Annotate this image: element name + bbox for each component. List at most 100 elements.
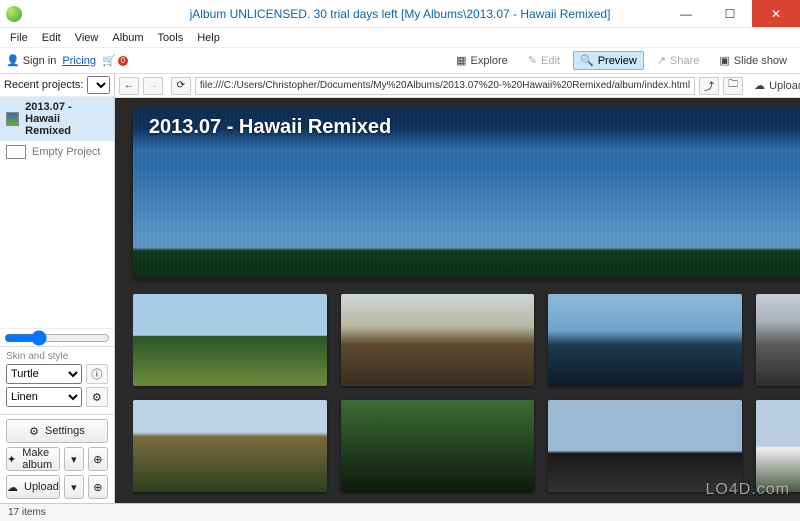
sidebar-actions: ⚙ Settings ✦ Make album ▾ ⊕ ☁ Upload ▾ ⊕ xyxy=(0,414,114,503)
play-icon: ▣ xyxy=(719,54,729,67)
gear-icon: ⚙ xyxy=(29,425,39,438)
sign-in-button[interactable]: 👤 Sign in xyxy=(6,54,56,67)
make-album-button[interactable]: ✦ Make album xyxy=(6,447,60,471)
pencil-icon: ✎ xyxy=(528,54,537,67)
style-select[interactable]: Linen xyxy=(6,387,82,407)
upload-dropdown[interactable]: ▾ xyxy=(64,475,84,499)
chevron-down-icon: ▾ xyxy=(71,481,77,494)
thumbnail[interactable] xyxy=(133,400,327,492)
explore-button[interactable]: ▦ Explore xyxy=(449,51,515,70)
share-label: Share xyxy=(670,55,699,67)
project-list: 2013.07 - Hawaii Remixed Empty Project xyxy=(0,97,114,328)
sidebar: Recent projects: 2013.07 - Hawaii Remixe… xyxy=(0,74,115,503)
recent-projects-row: Recent projects: xyxy=(0,74,114,97)
recent-projects-select[interactable] xyxy=(87,76,109,94)
grid-icon: ▦ xyxy=(456,54,466,67)
pricing-link[interactable]: Pricing xyxy=(62,55,96,67)
recent-projects-label: Recent projects: xyxy=(4,79,83,91)
menu-view[interactable]: View xyxy=(69,30,105,46)
menu-tools[interactable]: Tools xyxy=(152,30,190,46)
thumbnail[interactable] xyxy=(756,400,800,492)
thumbnail[interactable] xyxy=(548,400,742,492)
browser-navbar: ← → ⟳ file:///C:/Users/Christopher/Docum… xyxy=(115,74,800,98)
edit-label: Edit xyxy=(541,55,560,67)
thumbnail[interactable] xyxy=(341,400,535,492)
nav-forward-button[interactable]: → xyxy=(143,77,163,95)
slideshow-button[interactable]: ▣ Slide show xyxy=(712,51,794,70)
status-bar: 17 items xyxy=(0,503,800,521)
skin-info-button[interactable]: ⓘ xyxy=(86,364,108,384)
thumbnail[interactable] xyxy=(756,294,800,386)
share-button[interactable]: ↗ Share xyxy=(650,51,707,70)
nav-upload-button[interactable]: ☁ Upload xyxy=(747,76,800,95)
url-field[interactable]: file:///C:/Users/Christopher/Documents/M… xyxy=(195,77,695,95)
menu-bar: File Edit View Album Tools Help xyxy=(0,28,800,48)
upload-zoom[interactable]: ⊕ xyxy=(88,475,108,499)
menu-file[interactable]: File xyxy=(4,30,34,46)
upload-label: Upload xyxy=(24,481,59,493)
album-hero[interactable]: 2013.07 - Hawaii Remixed xyxy=(133,108,800,278)
edit-button[interactable]: ✎ Edit xyxy=(521,51,567,70)
project-name: 2013.07 - Hawaii Remixed xyxy=(25,101,108,137)
sign-in-label: Sign in xyxy=(23,55,57,67)
preview-button[interactable]: 🔍 Preview xyxy=(573,51,644,70)
thumb-size-slider[interactable] xyxy=(4,330,110,346)
magnifier-icon: 🔍 xyxy=(580,54,594,67)
app-icon xyxy=(6,6,22,22)
external-icon: ⤴ xyxy=(704,78,714,93)
explore-label: Explore xyxy=(471,55,508,67)
open-folder-button[interactable]: 🗀 xyxy=(723,77,743,95)
open-external-button[interactable]: ⤴ xyxy=(699,77,719,95)
album-preview: 2013.07 - Hawaii Remixed xyxy=(115,98,800,503)
cart-button[interactable]: 🛒 0 xyxy=(102,54,128,67)
menu-help[interactable]: Help xyxy=(191,30,226,46)
project-item-empty[interactable]: Empty Project xyxy=(0,141,114,163)
nav-reload-button[interactable]: ⟳ xyxy=(171,77,191,95)
project-thumb-icon xyxy=(6,145,26,159)
arrow-left-icon: ← xyxy=(124,80,134,91)
minimize-button[interactable]: — xyxy=(664,0,708,27)
main-panel: ← → ⟳ file:///C:/Users/Christopher/Docum… xyxy=(115,74,800,503)
folder-icon: 🗀 xyxy=(728,77,738,94)
thumb-size-slider-row xyxy=(0,328,114,346)
main-toolbar: 👤 Sign in Pricing 🛒 0 ▦ Explore ✎ Edit 🔍… xyxy=(0,48,800,74)
skin-select[interactable]: Turtle xyxy=(6,364,82,384)
upload-button[interactable]: ☁ Upload xyxy=(6,475,60,499)
magnifier-icon: ⊕ xyxy=(93,453,102,466)
make-album-zoom[interactable]: ⊕ xyxy=(88,447,108,471)
maximize-button[interactable]: ☐ xyxy=(708,0,752,27)
skin-label: Skin and style xyxy=(6,351,108,362)
style-settings-button[interactable]: ⚙ xyxy=(86,387,108,407)
magnifier-icon: ⊕ xyxy=(93,481,102,494)
arrow-right-icon: → xyxy=(148,80,158,91)
chevron-down-icon: ▾ xyxy=(71,453,77,466)
make-album-label: Make album xyxy=(22,447,59,471)
project-name: Empty Project xyxy=(32,146,100,158)
window-controls: — ☐ ✕ xyxy=(664,0,800,27)
menu-edit[interactable]: Edit xyxy=(36,30,67,46)
share-icon: ↗ xyxy=(657,54,666,67)
user-icon: 👤 xyxy=(6,54,20,67)
close-button[interactable]: ✕ xyxy=(752,0,800,27)
menu-album[interactable]: Album xyxy=(106,30,149,46)
nav-back-button[interactable]: ← xyxy=(119,77,139,95)
thumbnail-grid xyxy=(133,294,800,503)
url-text: file:///C:/Users/Christopher/Documents/M… xyxy=(200,80,690,91)
make-album-dropdown[interactable]: ▾ xyxy=(64,447,84,471)
thumbnail[interactable] xyxy=(548,294,742,386)
slideshow-label: Slide show xyxy=(734,55,787,67)
settings-button[interactable]: ⚙ Settings xyxy=(6,419,108,443)
project-thumb-icon xyxy=(6,112,19,126)
thumbnail[interactable] xyxy=(341,294,535,386)
thumbnail[interactable] xyxy=(133,294,327,386)
project-item-hawaii[interactable]: 2013.07 - Hawaii Remixed xyxy=(0,97,114,141)
preview-label: Preview xyxy=(598,55,637,67)
wand-icon: ✦ xyxy=(7,453,16,466)
status-items: 17 items xyxy=(8,507,46,518)
cart-badge: 0 xyxy=(118,56,128,66)
album-title: 2013.07 - Hawaii Remixed xyxy=(149,116,391,139)
reload-icon: ⟳ xyxy=(177,80,185,91)
cloud-up-icon: ☁ xyxy=(754,79,765,92)
gear-icon: ⚙ xyxy=(92,391,102,404)
cart-icon: 🛒 xyxy=(102,54,116,67)
